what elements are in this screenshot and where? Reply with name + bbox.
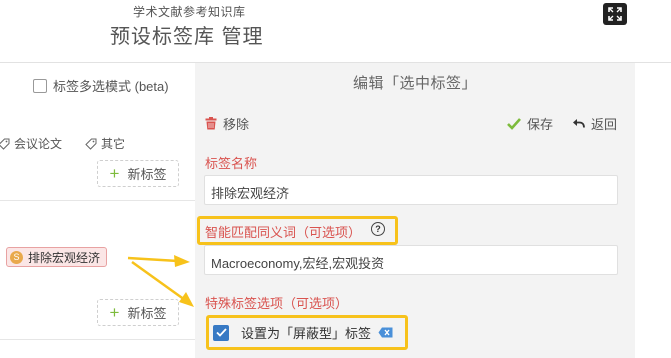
eraser-icon bbox=[378, 327, 393, 338]
back-button[interactable]: 返回 bbox=[572, 114, 617, 133]
selected-tag-chip[interactable]: S 排除宏观经济 bbox=[6, 247, 108, 267]
undo-arrow-icon bbox=[573, 118, 585, 128]
page-title: 预设标签库 管理 bbox=[110, 26, 264, 48]
multi-select-label: 标签多选模式 (beta) bbox=[53, 79, 169, 94]
shield-tag-icon: S bbox=[10, 250, 23, 264]
app-subtitle: 学术文献参考知识库 bbox=[133, 5, 246, 19]
expand-icon bbox=[608, 7, 622, 21]
tag-chip-conference[interactable]: 会议论文 bbox=[0, 135, 62, 152]
plus-icon: + bbox=[109, 164, 120, 183]
special-options-label: 特殊标签选项（可选项） bbox=[205, 296, 349, 311]
tag-chip-label: 其它 bbox=[101, 137, 126, 151]
remove-button[interactable]: 移除 bbox=[205, 114, 249, 133]
selected-tag-label: 排除宏观经济 bbox=[28, 250, 101, 265]
multi-select-checkbox[interactable] bbox=[33, 78, 47, 93]
new-tag-label: 新标签 bbox=[127, 167, 167, 182]
group-divider bbox=[0, 339, 195, 340]
tag-chip-other[interactable]: 其它 bbox=[85, 135, 125, 152]
checkmark-icon bbox=[507, 117, 521, 130]
synonyms-label: 智能匹配同义词（可选项） bbox=[205, 225, 362, 240]
new-tag-button[interactable]: + 新标签 bbox=[97, 160, 179, 187]
block-type-label: 设置为「屏蔽型」标签 bbox=[241, 326, 372, 341]
trash-icon bbox=[205, 117, 217, 130]
plus-icon: + bbox=[109, 303, 120, 322]
checkmark-icon bbox=[215, 328, 227, 337]
group-divider bbox=[0, 200, 195, 201]
scroll-gutter bbox=[635, 63, 671, 358]
tag-chip-label: 会议论文 bbox=[14, 137, 63, 151]
tag-library-panel: 标签多选模式 (beta) 会议论文 其它 + 新标签 S 排除宏观经济 + 新… bbox=[0, 63, 195, 358]
block-type-checkbox[interactable] bbox=[213, 324, 229, 341]
help-icon[interactable]: ? bbox=[371, 222, 385, 236]
new-tag-button[interactable]: + 新标签 bbox=[97, 299, 179, 326]
editor-title: 编辑「选中标签」 bbox=[352, 75, 477, 92]
multi-select-toggle[interactable]: 标签多选模式 (beta) bbox=[33, 76, 169, 95]
page-header: 学术文献参考知识库 预设标签库 管理 bbox=[0, 0, 671, 63]
tag-name-input[interactable]: 排除宏观经济 bbox=[204, 175, 618, 205]
tag-icon bbox=[85, 138, 97, 150]
save-label: 保存 bbox=[527, 117, 554, 132]
remove-label: 移除 bbox=[223, 117, 250, 132]
fullscreen-button[interactable] bbox=[603, 3, 627, 25]
tag-icon bbox=[0, 138, 10, 150]
synonyms-input[interactable]: Macroeconomy,宏经,宏观投资 bbox=[204, 245, 618, 275]
save-button[interactable]: 保存 bbox=[507, 114, 553, 133]
new-tag-label: 新标签 bbox=[127, 306, 167, 321]
block-type-option[interactable]: 设置为「屏蔽型」标签 bbox=[213, 323, 393, 342]
back-label: 返回 bbox=[591, 117, 618, 132]
tag-name-label: 标签名称 bbox=[205, 156, 258, 171]
tag-editor-panel: 编辑「选中标签」 移除 保存 返回 标签名称 排除宏观经济 智能匹配同义词（可选… bbox=[195, 63, 635, 358]
